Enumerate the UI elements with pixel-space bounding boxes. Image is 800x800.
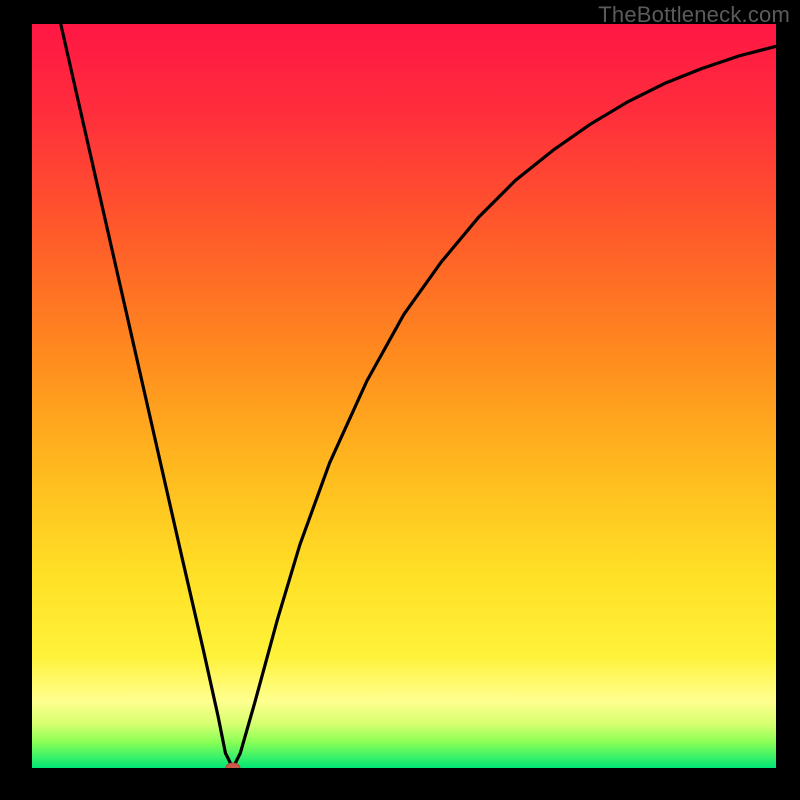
attribution-text: TheBottleneck.com	[598, 2, 790, 28]
chart-gradient-bg	[32, 24, 776, 768]
chart-svg	[0, 0, 800, 800]
bottleneck-chart: TheBottleneck.com	[0, 0, 800, 800]
